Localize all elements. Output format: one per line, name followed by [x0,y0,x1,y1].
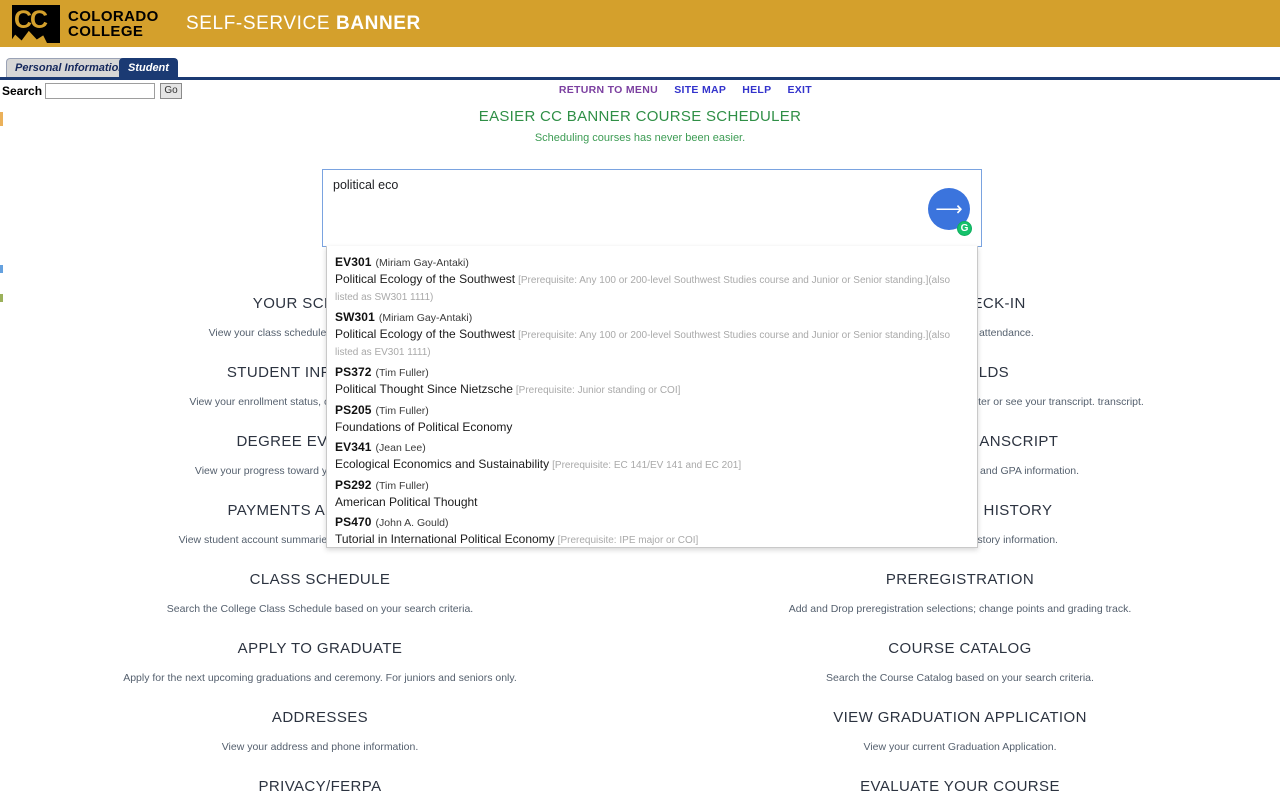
suggestion-item[interactable]: EV301 (Miriam Gay-Antaki) Political Ecolog… [327,252,977,307]
menu-item-description: Search the Course Catalog based on your … [826,672,1094,684]
menu-item-left[interactable]: APPLY TO GRADUATE Apply for the next upco… [0,630,640,699]
suggestion-body: American Political Thought [335,494,969,510]
menu-item-description: View your current Graduation Application… [863,741,1057,753]
search-go-button[interactable]: Go [160,83,182,99]
menu-item-left[interactable]: CLASS SCHEDULE Search the College Class S… [0,561,640,630]
page-subtitle: Scheduling courses has never been easier… [534,132,746,144]
link-help[interactable]: HELP [742,84,771,96]
suggestion-item[interactable]: PS372 (Tim Fuller) Political Thought Since… [327,362,977,400]
suggestion-instructor: (Jean Lee) [375,442,426,454]
menu-item-right[interactable]: PREREGISTRATION Add and Drop preregistrat… [640,561,1280,630]
menu-item-title: PRIVACY/FERPA [258,778,382,795]
menu-item-description: View your address and phone information. [221,741,419,753]
suggestion-header: EV301 (Miriam Gay-Antaki) [335,254,969,271]
logo-line-colorado: COLORADO [68,8,159,25]
menu-item-right[interactable]: VIEW GRADUATION APPLICATION View your cur… [640,699,1280,768]
logo-line-college: COLLEGE [68,23,144,40]
course-suggestions-dropdown[interactable]: EV301 (Miriam Gay-Antaki) Political Ecolog… [326,246,978,548]
suggestion-body: Political Ecology of the Southwest [Prere… [335,326,969,360]
cc-monogram-label: CC [14,6,48,34]
suggestion-course-code: PS470 [335,515,372,529]
suggestion-prerequisite-note: [Prerequisite: IPE major or COI] [557,535,699,546]
suggestion-instructor: (Tim Fuller) [375,367,429,379]
page-title: EASIER CC BANNER COURSE SCHEDULER [478,108,802,125]
menu-item-left[interactable]: ADDRESSES View your address and phone inf… [0,699,640,768]
suggestion-header: PS292 (Tim Fuller) [335,477,969,494]
suggestion-header: SW301 (Miriam Gay-Antaki) [335,309,969,326]
menu-item-title: COURSE CATALOG [888,640,1032,657]
suggestion-instructor: (Tim Fuller) [375,405,429,417]
search-label: Search [2,84,43,98]
course-search-value: political eco [333,178,399,192]
site-header: CC COLORADO COLLEGE SELF-SERVICE BANNER [0,0,1280,47]
suggestion-instructor: (John A. Gould) [375,517,449,529]
colorado-college-logo[interactable]: CC COLORADO COLLEGE [12,5,159,43]
menu-item-right[interactable]: EVALUATE YOUR COURSESubmit Course Evalua… [640,768,1280,800]
suggestion-course-name: Tutorial in International Political Econ… [335,532,555,546]
suggestion-course-name: American Political Thought [335,495,478,509]
edge-marker [0,265,3,273]
suggestion-prerequisite-note: [Prerequisite: EC 141/EV 141 and EC 201] [552,460,742,471]
suggestion-course-code: PS205 [335,403,372,417]
suggestion-course-name: Foundations of Political Economy [335,420,513,434]
suggestion-course-code: PS292 [335,478,372,492]
menu-item-title: PREREGISTRATION [885,571,1035,588]
menu-item-description: Apply for the next upcoming graduations … [123,672,517,684]
suggestion-body: Tutorial in International Political Econ… [335,531,969,547]
cc-monogram-icon: CC [12,5,60,43]
utility-nav-links: RETURN TO MENU SITE MAP HELP EXIT [546,84,812,96]
suggestion-course-name: Political Ecology of the Southwest [335,327,516,341]
suggestion-prerequisite-note: [Prerequisite: Junior standing or COI] [515,385,681,396]
main-tab-strip: Personal Information Student [0,58,1280,78]
suggestion-body: Foundations of Political Economy [335,419,969,435]
suggestion-header: PS372 (Tim Fuller) [335,364,969,381]
menu-item-left[interactable]: PRIVACY/FERPAView Privacy / FERPA Select… [0,768,640,800]
suggestion-body: Political Ecology of the Southwest [Prere… [335,271,969,305]
banner-course-scheduler-page: CC COLORADO COLLEGE SELF-SERVICE BANNER … [0,0,1280,800]
edge-marker [0,112,3,126]
suggestion-header: PS205 (Tim Fuller) [335,402,969,419]
suggestion-header: EV341 (Jean Lee) [335,439,969,456]
tab-personal-information[interactable]: Personal Information [6,58,135,78]
suggestion-item[interactable]: EV341 (Jean Lee) Ecological Economics and … [327,437,977,475]
menu-item-title: VIEW GRADUATION APPLICATION [833,709,1087,726]
tab-student[interactable]: Student [119,58,178,78]
suggestion-instructor: (Miriam Gay-Antaki) [378,312,473,324]
suggestion-instructor: (Tim Fuller) [375,480,429,492]
suggestion-item[interactable]: SW301 (Miriam Gay-Antaki) Political Ecolog… [327,307,977,362]
edge-marker [0,294,3,302]
menu-item-description: Search the College Class Schedule based … [166,603,474,615]
menu-item-title: EVALUATE YOUR COURSE [860,778,1060,795]
menu-item-description: Add and Drop preregistration selections;… [788,603,1132,615]
suggestion-body: Political Thought Since Nietzsche [Prereq… [335,381,969,398]
link-return-to-menu[interactable]: RETURN TO MENU [559,84,658,96]
search-input[interactable] [45,83,155,99]
nav-divider [0,77,1280,80]
suggestion-course-code: SW301 [335,310,375,324]
course-search-box[interactable]: political eco ⟶ G [322,169,982,247]
suggestion-course-code: EV301 [335,255,372,269]
suggestion-course-name: Political Ecology of the Southwest [335,272,516,286]
link-exit[interactable]: EXIT [787,84,812,96]
suggestion-item[interactable]: PS205 (Tim Fuller) Foundations of Politica… [327,400,977,437]
menu-item-title: APPLY TO GRADUATE [237,640,403,657]
suggestion-header: PS470 (John A. Gould) [335,514,969,531]
suggestion-item[interactable]: PS292 (Tim Fuller) American Political Thou… [327,475,977,512]
suggestion-course-code: PS372 [335,365,372,379]
menu-item-right[interactable]: COURSE CATALOG Search the Course Catalog … [640,630,1280,699]
suggestion-instructor: (Miriam Gay-Antaki) [375,257,469,269]
grammarly-badge-icon[interactable]: G [957,221,972,236]
menu-item-title: ADDRESSES [271,709,369,726]
menu-item-title: CLASS SCHEDULE [249,571,391,588]
product-title-light: SELF-SERVICE [186,13,336,34]
suggestion-course-code: EV341 [335,440,372,454]
product-title-bold: BANNER [336,13,421,34]
suggestion-course-name: Political Thought Since Nietzsche [335,382,513,396]
link-site-map[interactable]: SITE MAP [674,84,726,96]
product-title: SELF-SERVICE BANNER [186,13,421,35]
suggestion-item[interactable]: PS470 (John A. Gould) Tutorial in Internat… [327,512,977,547]
suggestion-course-name: Ecological Economics and Sustainability [335,457,550,471]
logo-wordmark: COLORADO COLLEGE [68,9,159,39]
suggestion-body: Ecological Economics and Sustainability[… [335,456,969,473]
